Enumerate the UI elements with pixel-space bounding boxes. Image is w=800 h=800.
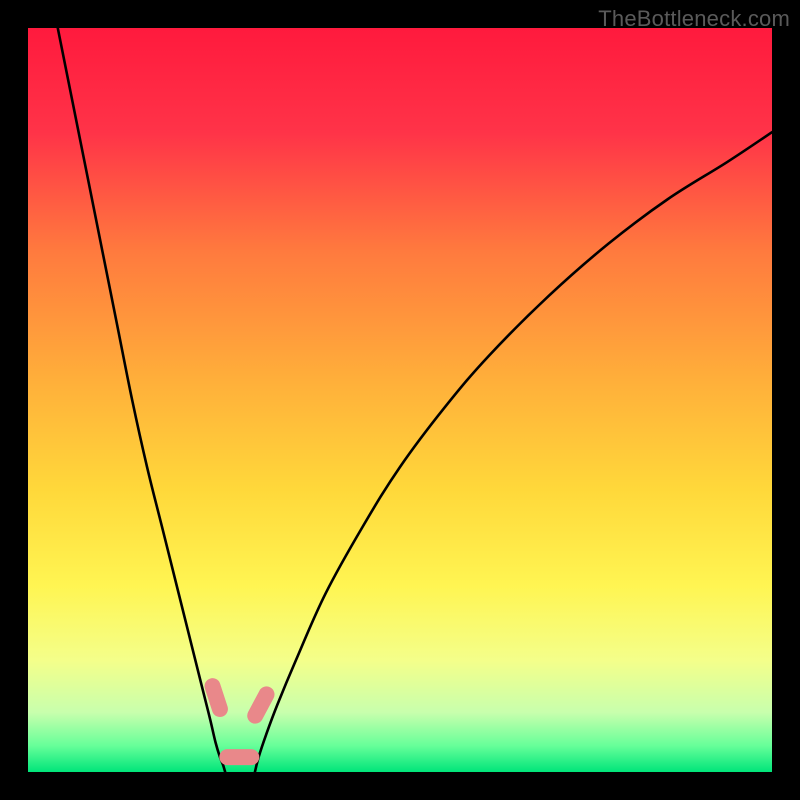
left-curve <box>58 28 225 772</box>
chart-frame: TheBottleneck.com <box>0 0 800 800</box>
curve-layer <box>28 28 772 772</box>
floor-marker <box>219 749 259 765</box>
marker-layer <box>202 676 277 765</box>
watermark-text: TheBottleneck.com <box>598 6 790 32</box>
left-short-marker <box>202 676 230 719</box>
plot-area <box>28 28 772 772</box>
right-curve <box>255 132 772 772</box>
